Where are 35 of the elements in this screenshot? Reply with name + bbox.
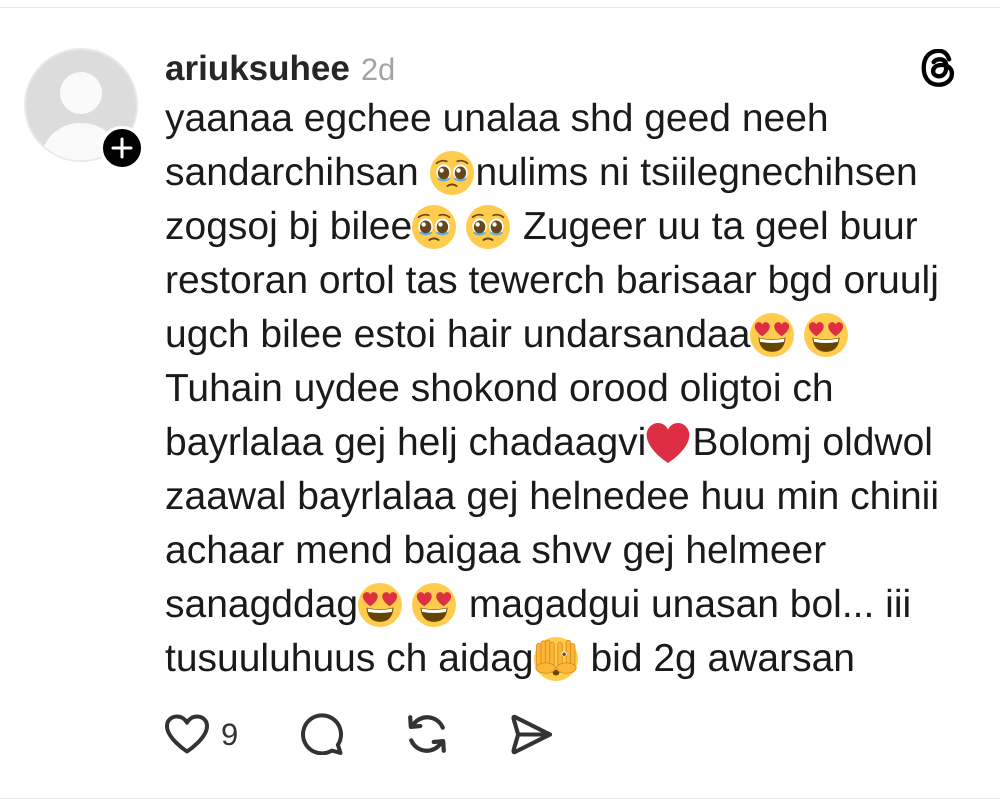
heart-eyes-face-icon	[412, 583, 456, 627]
heart-eyes-face-icon	[804, 313, 848, 357]
post-text: Bolomj oldwol	[692, 420, 933, 466]
heart-icon	[165, 714, 209, 754]
paper-plane-icon	[511, 714, 552, 754]
face-covering-eyes-icon	[534, 637, 578, 681]
post-time: 2d	[360, 54, 396, 84]
post-text: magadgui unasan bol... iii	[468, 582, 912, 628]
post-text: ugch bilee estoi hair undarsandaa	[165, 312, 750, 358]
post-text: achaar mend baigaa shvv gej helmeer	[165, 528, 826, 574]
reply-button[interactable]	[300, 713, 344, 755]
post-text: zogsoj bj bilee	[165, 204, 412, 250]
pleading-face-icon	[430, 151, 474, 195]
post-text: sandarchihsan	[165, 150, 420, 196]
post-text: nulims ni tsiilegnechihsen	[476, 150, 918, 196]
heart-icon	[646, 421, 690, 465]
heart-eyes-face-icon	[358, 583, 402, 627]
post-text: Tuhain uydee shokond orood oligtoi ch	[165, 366, 834, 412]
pleading-face-icon	[466, 205, 510, 249]
post-text: zaawal bayrlalaa gej helnedee huu min chinii	[165, 474, 940, 520]
speech-bubble-icon	[300, 713, 344, 755]
plus-icon[interactable]	[100, 126, 144, 170]
post-text: sanagddag	[165, 582, 358, 628]
heart-eyes-face-icon	[750, 313, 794, 357]
pleading-face-icon	[412, 205, 456, 249]
post-text: restoran ortol tas tewerch barisaar bgd oruulj	[165, 258, 939, 304]
like-button[interactable]: 9	[165, 714, 238, 754]
username[interactable]: ariuksuhee	[165, 50, 350, 86]
post-text: bid 2g awarsan	[589, 636, 855, 682]
post-text: tusuuluhuus ch aidag	[165, 636, 534, 682]
logo-icon[interactable]	[920, 49, 956, 87]
post-text: Zugeer uu ta geel buur	[522, 204, 918, 250]
post-text: bayrlalaa gej helj chadaagvi	[165, 420, 646, 466]
post-text: yaanaa egchee unalaa shd geed neeh	[165, 96, 829, 142]
share-button[interactable]	[511, 714, 552, 754]
